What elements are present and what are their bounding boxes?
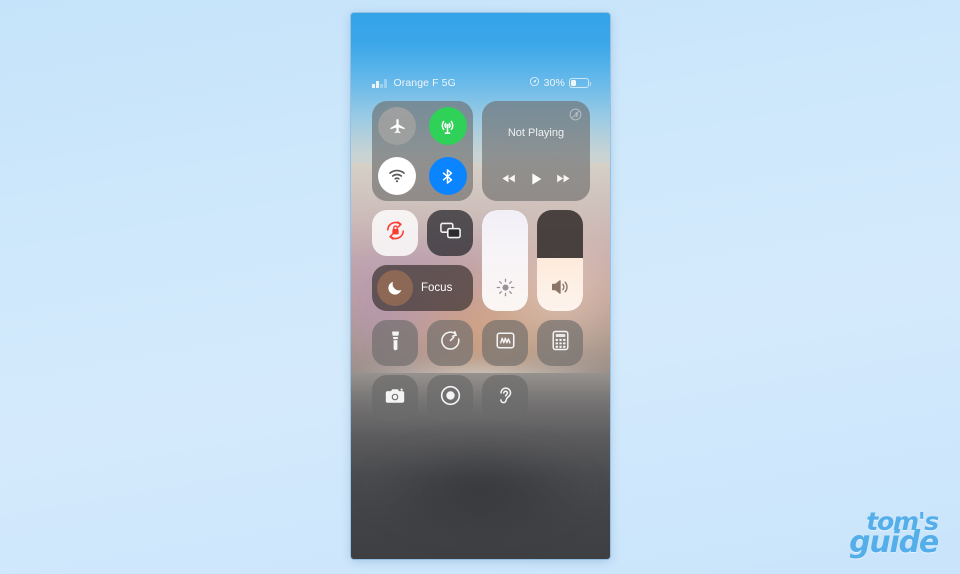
cc-row-middle: Focus [372, 210, 590, 311]
play-button[interactable] [528, 171, 544, 187]
bluetooth-icon [438, 167, 457, 186]
volume-slider[interactable] [537, 210, 583, 311]
battery-icon [569, 78, 591, 88]
bluetooth-toggle[interactable] [428, 157, 467, 195]
rotation-lock-icon [383, 218, 408, 248]
connectivity-module[interactable] [372, 101, 473, 201]
status-bar-left: Orange F 5G [372, 77, 456, 89]
timer-button[interactable] [427, 320, 473, 366]
watermark-line-2: guide [849, 524, 939, 560]
fast-forward-button[interactable] [555, 170, 572, 187]
timer-icon [439, 329, 462, 357]
calculator-icon [549, 329, 572, 357]
camera-icon [383, 384, 407, 413]
carrier-label: Orange F 5G [393, 77, 456, 89]
phone-screenshot: Orange F 5G 30% Not Playing Focus [351, 13, 610, 559]
wifi-toggle[interactable] [378, 157, 417, 195]
rewind-button[interactable] [500, 170, 517, 187]
hearing-button[interactable] [482, 375, 528, 421]
cc-left-column: Focus [372, 210, 473, 311]
airplay-icon[interactable] [569, 108, 582, 121]
cellular-bars-icon [372, 78, 387, 88]
media-status-label: Not Playing [507, 127, 565, 139]
cc-row-top: Not Playing [372, 101, 590, 201]
moon-icon [377, 270, 413, 306]
voice-memos-icon [494, 329, 517, 357]
camera-button[interactable] [372, 375, 418, 421]
airplane-icon [388, 117, 407, 136]
cellular-data-toggle[interactable] [428, 107, 467, 145]
flashlight-icon [384, 329, 407, 357]
brightness-icon [482, 277, 528, 298]
screen-record-icon [439, 384, 462, 412]
battery-percent-label: 30% [543, 77, 565, 89]
cc-toggle-pair [372, 210, 473, 256]
media-playback-module[interactable]: Not Playing [482, 101, 590, 201]
calculator-button[interactable] [537, 320, 583, 366]
voice-memos-button[interactable] [482, 320, 528, 366]
wifi-icon [387, 166, 407, 186]
cc-sliders [482, 210, 583, 311]
rotation-lock-toggle[interactable] [372, 210, 418, 256]
flashlight-toggle[interactable] [372, 320, 418, 366]
focus-label: Focus [421, 282, 453, 294]
focus-toggle[interactable]: Focus [372, 265, 473, 311]
status-bar-right: 30% [529, 76, 591, 90]
status-bar: Orange F 5G 30% [351, 73, 610, 93]
media-transport-controls [482, 170, 590, 187]
brightness-slider[interactable] [482, 210, 528, 311]
cellular-antenna-icon [437, 116, 458, 137]
cc-utility-row-2 [372, 375, 590, 421]
volume-icon [537, 276, 583, 298]
cc-utility-row-1 [372, 320, 590, 366]
screen-mirroring-toggle[interactable] [427, 210, 473, 256]
wallpaper-shadow [371, 445, 590, 535]
airplane-mode-toggle[interactable] [378, 107, 417, 145]
screen-recording-button[interactable] [427, 375, 473, 421]
control-center: Not Playing Focus [372, 101, 590, 421]
toms-guide-watermark: tom's guide [849, 509, 939, 560]
screen-mirroring-icon [438, 218, 463, 248]
location-arrow-icon [529, 76, 540, 90]
ear-icon [494, 384, 517, 412]
